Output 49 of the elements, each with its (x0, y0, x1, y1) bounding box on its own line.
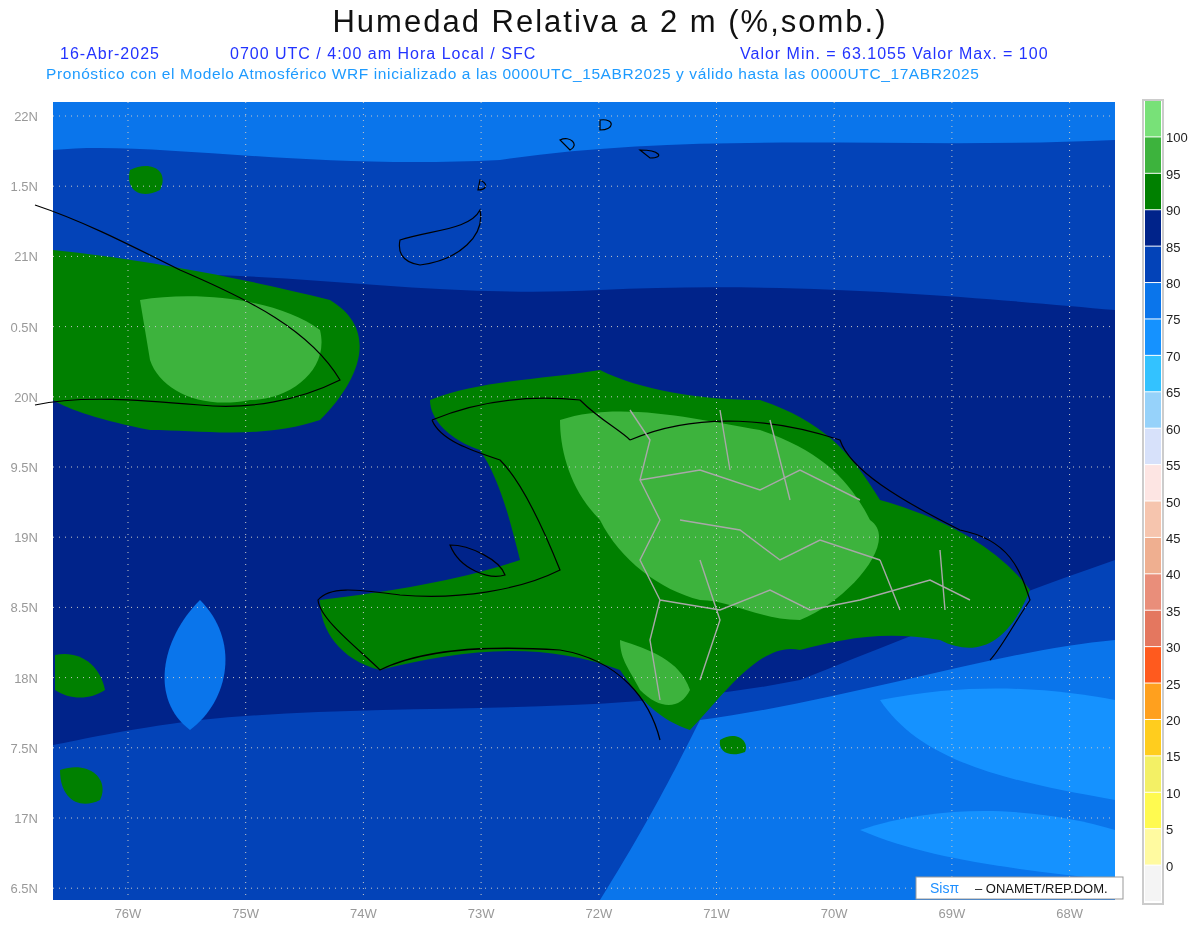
longitude-label: 75W (232, 906, 260, 921)
latitude-label: 18N (14, 670, 38, 686)
colorbar-label: 40 (1166, 567, 1181, 583)
colorbar-label: 85 (1166, 239, 1181, 255)
latitude-label: 0.5N (10, 319, 38, 335)
credit-text: – ONAMET/REP.DOM. (975, 881, 1108, 896)
colorbar-label: 25 (1166, 676, 1181, 692)
latitude-label: 19N (14, 530, 38, 546)
latitude-label: 8.5N (10, 600, 38, 616)
colorbar-label: 65 (1166, 385, 1181, 401)
latitude-label: 21N (14, 249, 38, 265)
date-text: 16-Abr-2025 (60, 44, 161, 64)
colorbar-label: 0 (1166, 858, 1174, 874)
longitude-label: 74W (350, 906, 377, 921)
colorbar-label: 75 (1166, 312, 1181, 328)
colorbar-label: 70 (1166, 348, 1181, 364)
latitude-label: 17N (14, 811, 38, 826)
longitude-label: 70W (820, 906, 848, 921)
colorbar-label: 80 (1166, 276, 1181, 292)
colorbar-label: 30 (1166, 640, 1181, 656)
model-info-text: Pronóstico con el Modelo Atmosférico WRF inicializado a las 0000UTC_15ABR2025 y válido hasta las 0000UTC_17ABR2025 (46, 65, 980, 82)
colorbar-label: 50 (1166, 494, 1181, 510)
colorbar-label: 5 (1166, 822, 1174, 838)
colorbar-label: 15 (1166, 749, 1181, 765)
latitude-label: 7.5N (10, 740, 38, 756)
longitude-label: 69W (938, 906, 966, 921)
range-text: Valor Min. = 63.1055 Valor Max. = 100 (740, 44, 1049, 64)
colorbar-label: 60 (1166, 421, 1181, 437)
colorbar-label: 10 (1166, 785, 1181, 801)
map-title: Humedad Relativa a 2 m (%,somb.) (331, 3, 889, 41)
longitude-label: 72W (585, 906, 613, 921)
longitude-label: 73W (467, 906, 495, 921)
colorbar-label: 35 (1166, 603, 1181, 619)
colorbar-label: 45 (1166, 530, 1181, 546)
latitude-label: 9.5N (10, 460, 38, 475)
colorbar-label: 95 (1166, 166, 1181, 182)
brand-text: Sisπ (930, 880, 960, 896)
colorbar-label: 90 (1166, 203, 1181, 219)
longitude-label: 71W (703, 906, 730, 921)
longitude-label: 76W (114, 906, 142, 921)
colorbar-label: 55 (1166, 458, 1181, 474)
time-text: 0700 UTC / 4:00 am Hora Local / SFC (230, 44, 538, 64)
colorbar-label: 20 (1166, 712, 1181, 728)
longitude-label: 68W (1056, 906, 1083, 921)
latitude-label: 20N (14, 389, 38, 405)
latitude-label: 6.5N (10, 881, 38, 897)
latitude-label: 22N (14, 109, 38, 124)
latitude-label: 1.5N (10, 179, 38, 195)
colorbar-label: 100 (1166, 130, 1188, 146)
